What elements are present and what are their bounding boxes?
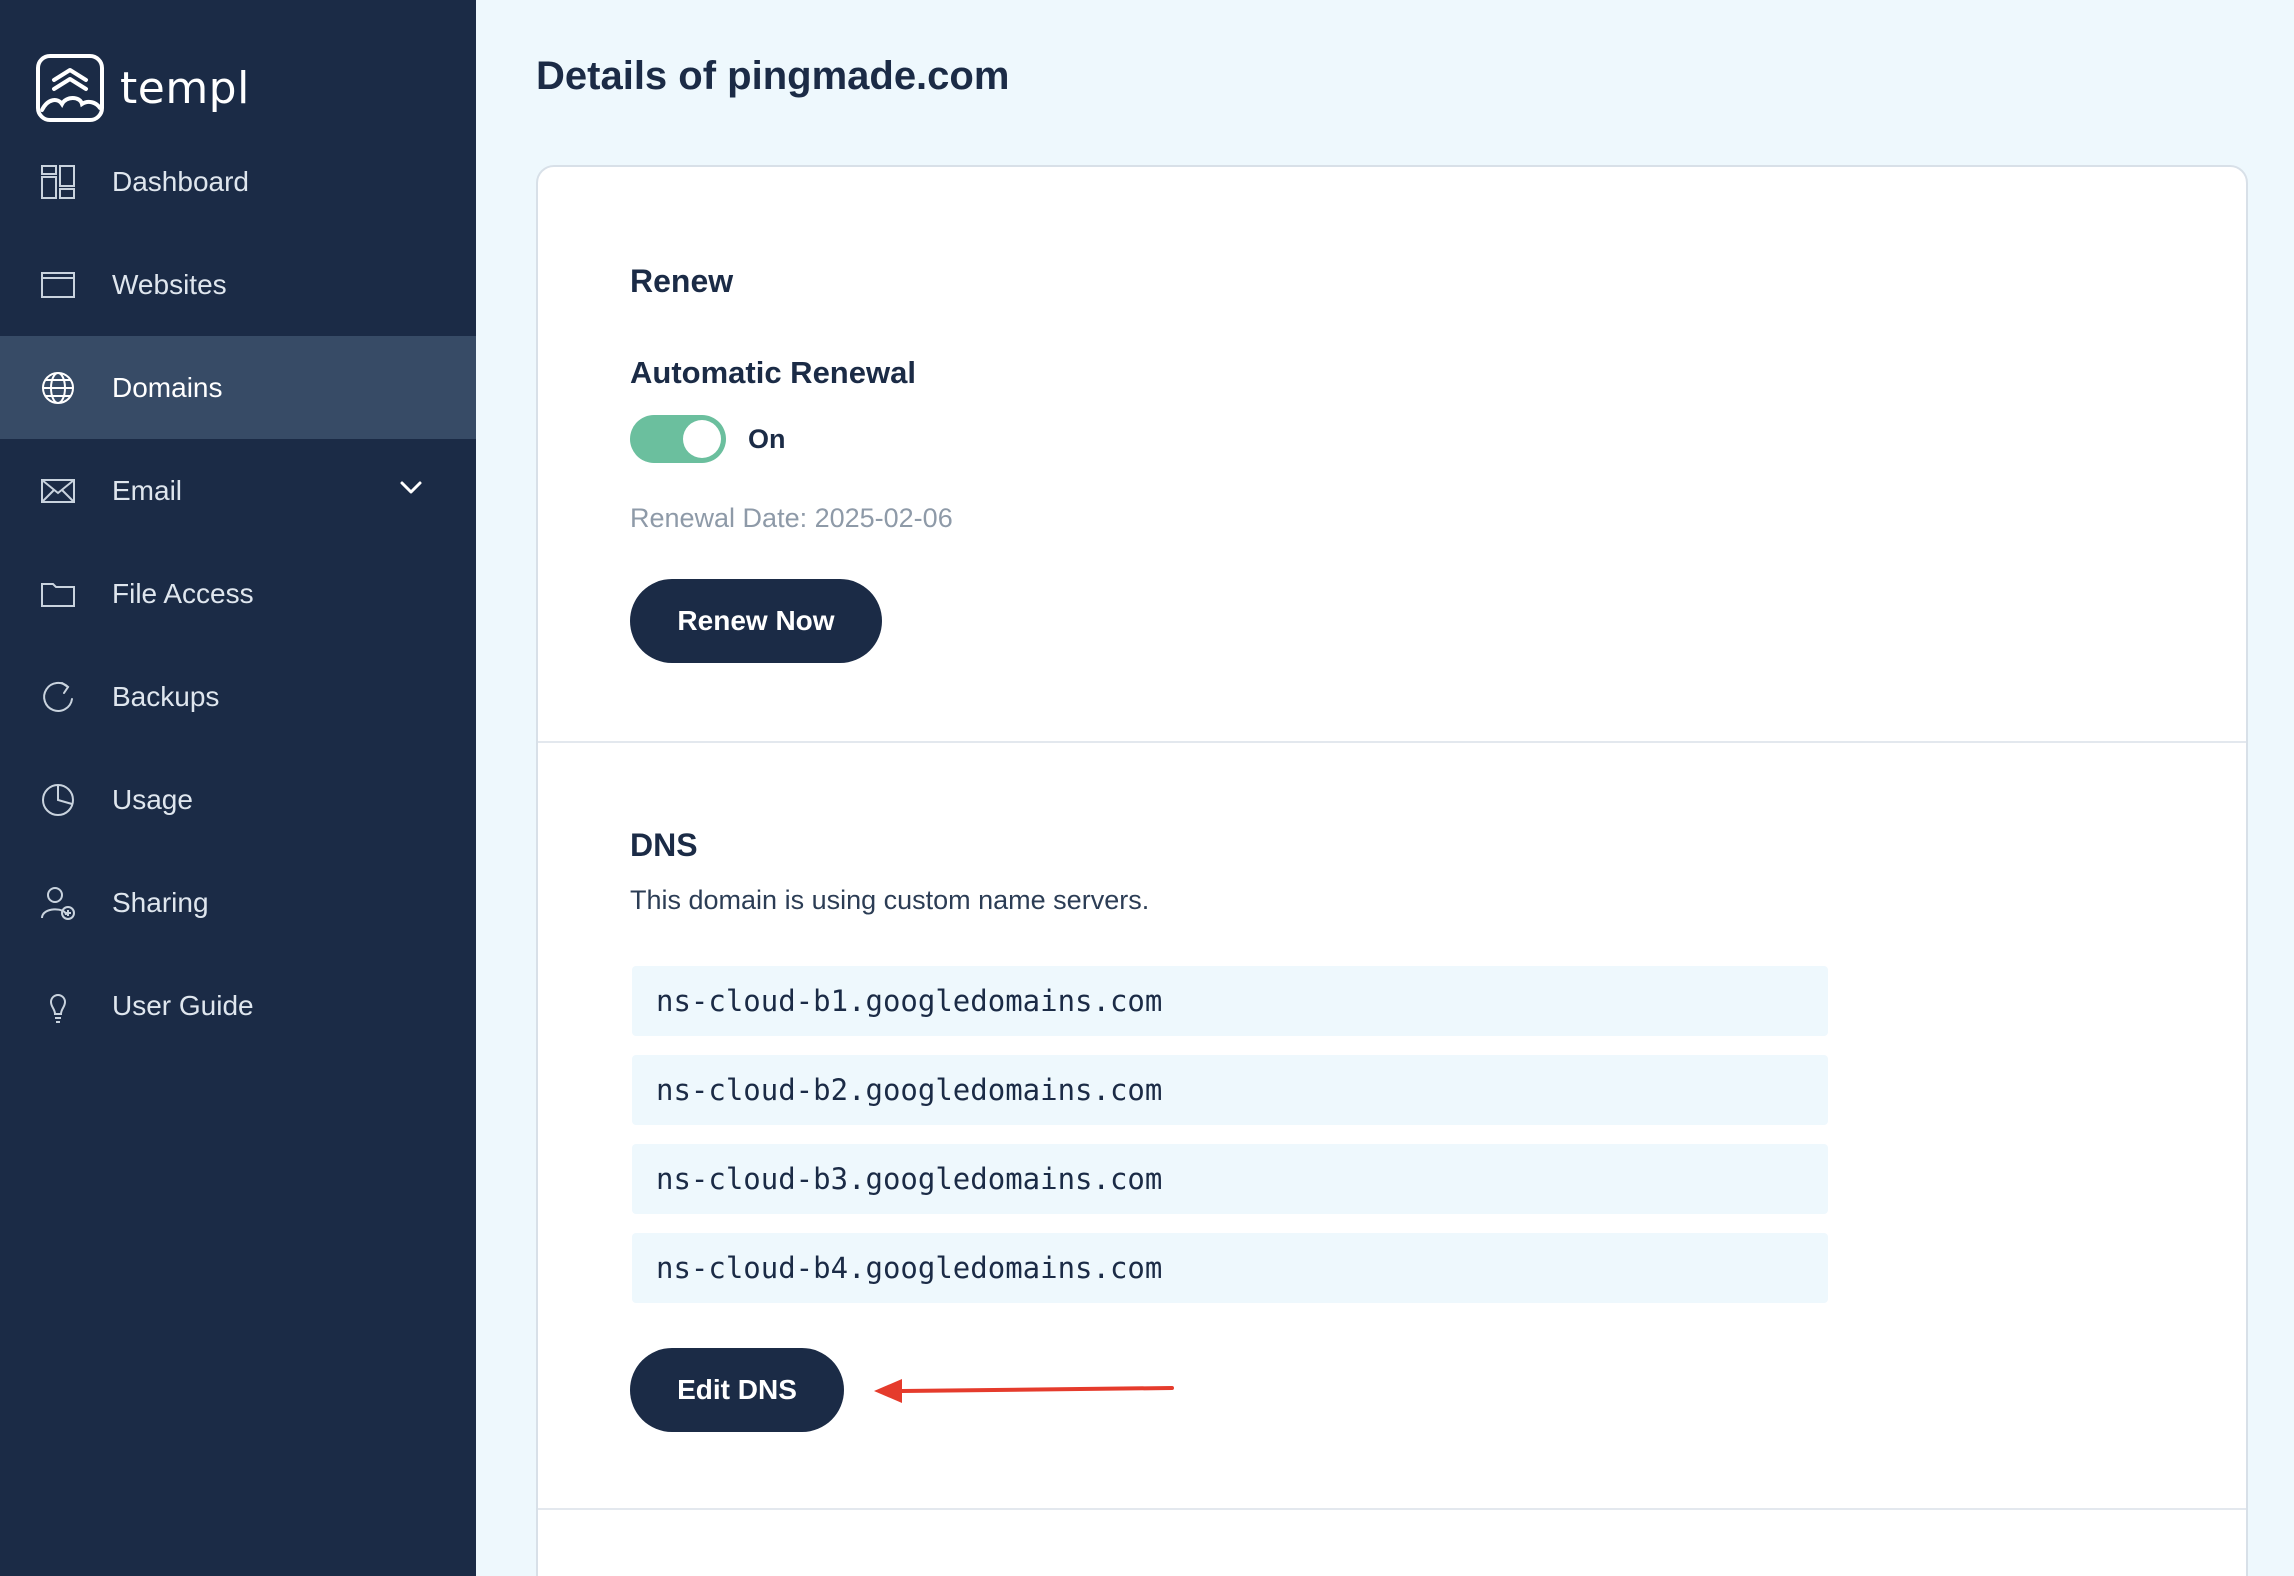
sidebar-item-sharing[interactable]: Sharing — [0, 851, 476, 954]
auto-renewal-toggle[interactable] — [630, 415, 726, 463]
sidebar-item-label: Usage — [112, 783, 193, 815]
chevron-down-icon[interactable] — [398, 475, 424, 506]
dashboard-icon — [40, 164, 76, 200]
auto-renewal-toggle-row: On — [630, 415, 786, 463]
nameserver-list: ns-cloud-b1.googledomains.com ns-cloud-b… — [632, 966, 1828, 1322]
domain-details-card: Renew Automatic Renewal On Renewal Date:… — [536, 165, 2248, 1576]
toggle-state-label: On — [748, 423, 786, 454]
brand[interactable]: templ — [36, 54, 250, 122]
sidebar-item-email[interactable]: Email — [0, 439, 476, 542]
folder-icon — [40, 576, 76, 612]
sidebar-item-label: Sharing — [112, 886, 209, 918]
lightbulb-icon — [40, 988, 76, 1024]
automatic-renewal-label: Automatic Renewal — [630, 355, 916, 390]
edit-dns-button[interactable]: Edit DNS — [630, 1348, 844, 1432]
dns-section-title: DNS — [630, 827, 698, 863]
sidebar: templ Dashboard Websites Domains Email F… — [0, 0, 476, 1576]
renew-section-title: Renew — [630, 263, 734, 299]
main-content: Details of pingmade.com Renew Automatic … — [476, 0, 2294, 1576]
browser-window-icon — [40, 267, 76, 303]
refresh-icon — [40, 679, 76, 715]
globe-icon — [40, 370, 76, 406]
toggle-knob — [683, 420, 721, 458]
sidebar-item-domains[interactable]: Domains — [0, 336, 476, 439]
nameserver-item: ns-cloud-b3.googledomains.com — [632, 1144, 1828, 1214]
dns-description: This domain is using custom name servers… — [630, 885, 1150, 915]
templ-logo-icon — [36, 54, 104, 122]
sidebar-item-label: Backups — [112, 680, 220, 712]
brand-name: templ — [120, 62, 250, 114]
sidebar-item-dashboard[interactable]: Dashboard — [0, 130, 476, 233]
page-title: Details of pingmade.com — [536, 54, 1010, 98]
sidebar-item-file-access[interactable]: File Access — [0, 542, 476, 645]
nameserver-item: ns-cloud-b1.googledomains.com — [632, 966, 1828, 1036]
sidebar-item-usage[interactable]: Usage — [0, 748, 476, 851]
app: templ Dashboard Websites Domains Email F… — [0, 0, 2294, 1576]
sidebar-item-label: Domains — [112, 371, 223, 403]
sidebar-item-backups[interactable]: Backups — [0, 645, 476, 748]
nameserver-item: ns-cloud-b4.googledomains.com — [632, 1233, 1828, 1303]
renewal-date: Renewal Date: 2025-02-06 — [630, 503, 953, 533]
sidebar-item-label: User Guide — [112, 989, 254, 1021]
sidebar-item-user-guide[interactable]: User Guide — [0, 954, 476, 1057]
nameserver-item: ns-cloud-b2.googledomains.com — [632, 1055, 1828, 1125]
sidebar-item-label: Websites — [112, 268, 227, 300]
annotation-arrow-icon — [874, 1379, 1174, 1403]
user-add-icon — [40, 885, 76, 921]
renew-section: Renew Automatic Renewal On Renewal Date:… — [538, 167, 2246, 743]
sidebar-item-label: Email — [112, 474, 183, 506]
envelope-icon — [40, 473, 76, 509]
sidebar-nav: Dashboard Websites Domains Email File Ac… — [0, 130, 476, 1057]
sidebar-item-label: Dashboard — [112, 165, 249, 197]
sidebar-item-websites[interactable]: Websites — [0, 233, 476, 336]
sidebar-item-label: File Access — [112, 577, 254, 609]
pie-chart-icon — [40, 782, 76, 818]
renew-now-button[interactable]: Renew Now — [630, 579, 882, 663]
